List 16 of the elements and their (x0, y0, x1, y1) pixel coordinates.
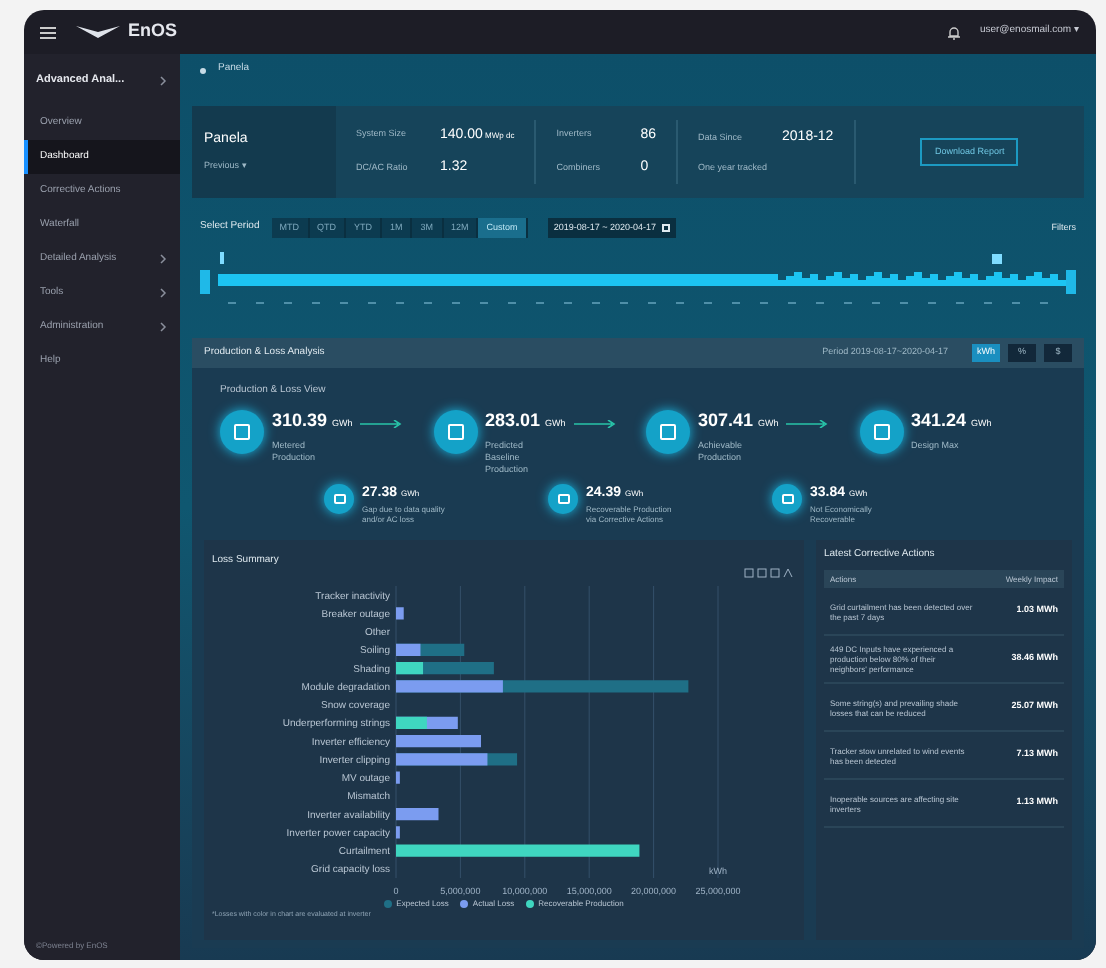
logo-text: EnOS (128, 18, 178, 45)
bar (396, 734, 481, 747)
chevron-icon (158, 75, 168, 85)
chevron-icon (158, 288, 168, 298)
arrow-icon (360, 419, 405, 427)
chart-toolbar-icon[interactable] (744, 567, 796, 577)
bar (396, 807, 439, 820)
menu-icon[interactable] (40, 25, 56, 39)
chevron-icon (158, 254, 168, 264)
bell-icon[interactable] (947, 25, 960, 39)
arrow-icon (573, 419, 618, 427)
calendar-icon (661, 224, 670, 232)
bar (396, 606, 404, 619)
arrow-icon (786, 419, 831, 427)
chevron-icon (158, 322, 168, 332)
wing-logo-icon (76, 25, 120, 39)
